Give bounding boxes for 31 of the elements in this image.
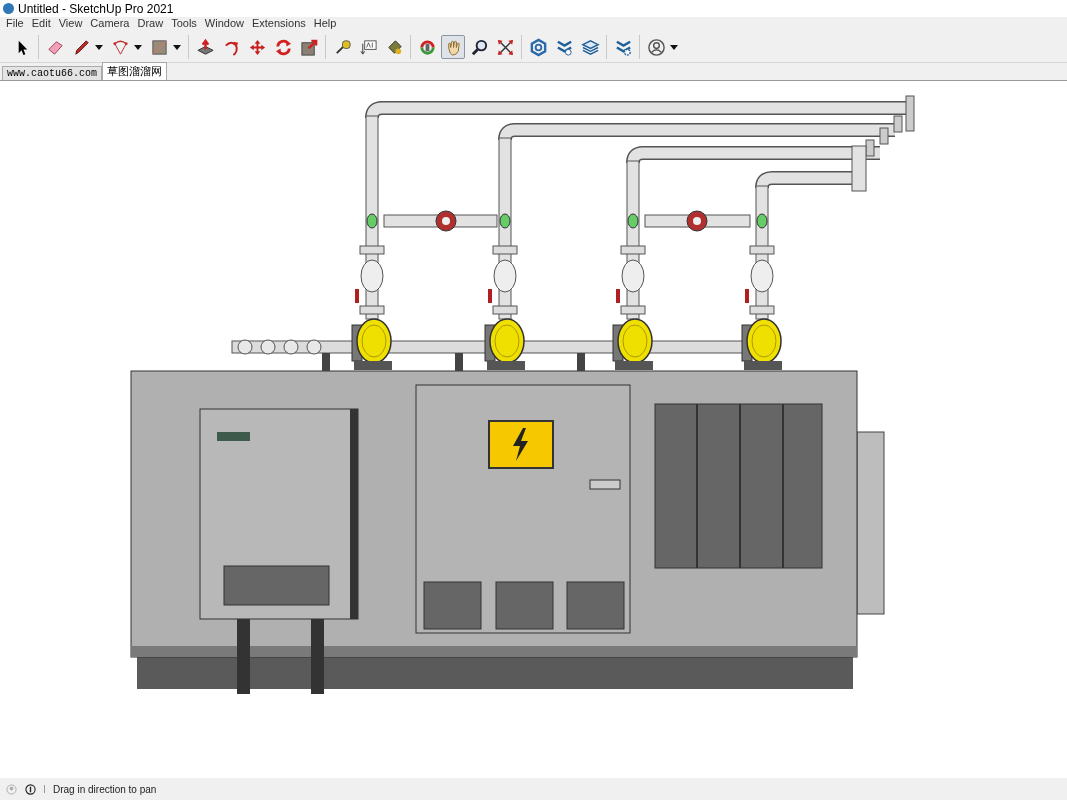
window-title: Untitled - SketchUp Pro 2021: [18, 1, 174, 16]
menu-item[interactable]: View: [54, 17, 87, 32]
caret-icon[interactable]: [670, 44, 678, 50]
caret-icon[interactable]: [173, 44, 181, 50]
menu-item[interactable]: Draw: [133, 17, 168, 32]
magnifier-icon: [469, 37, 489, 57]
stacked-layers-icon: [580, 37, 600, 57]
menu-item[interactable]: Camera: [86, 17, 134, 32]
scene-tab[interactable]: www.caotu66.com: [2, 66, 102, 80]
menu-item[interactable]: Window: [200, 17, 248, 32]
caret-icon[interactable]: [95, 44, 103, 50]
menu-item[interactable]: Help: [309, 17, 341, 32]
menu-item[interactable]: File: [2, 17, 28, 32]
scene-tab[interactable]: 草图溜溜网: [102, 62, 167, 80]
user-circle-icon: [646, 37, 666, 57]
menu-item[interactable]: Edit: [27, 17, 55, 32]
box-arrow-icon: [195, 37, 215, 57]
status-hint: Drag in direction to pan: [53, 783, 157, 795]
text-label-icon: [358, 37, 378, 57]
menu-item[interactable]: Extensions: [247, 17, 310, 32]
orbit-icon: [417, 37, 437, 57]
circular-arrows-icon: [273, 37, 293, 57]
app-icon: [3, 3, 14, 14]
caret-icon[interactable]: [134, 44, 142, 50]
menu-item[interactable]: Tools: [167, 17, 201, 32]
arrows-inward-icon: [495, 37, 515, 57]
info-icon[interactable]: [25, 783, 36, 795]
square-arrow-icon: [299, 37, 319, 57]
rectangle-icon: [149, 37, 169, 57]
four-arrows-icon: [247, 37, 267, 57]
hexagon-icon: [528, 37, 548, 57]
